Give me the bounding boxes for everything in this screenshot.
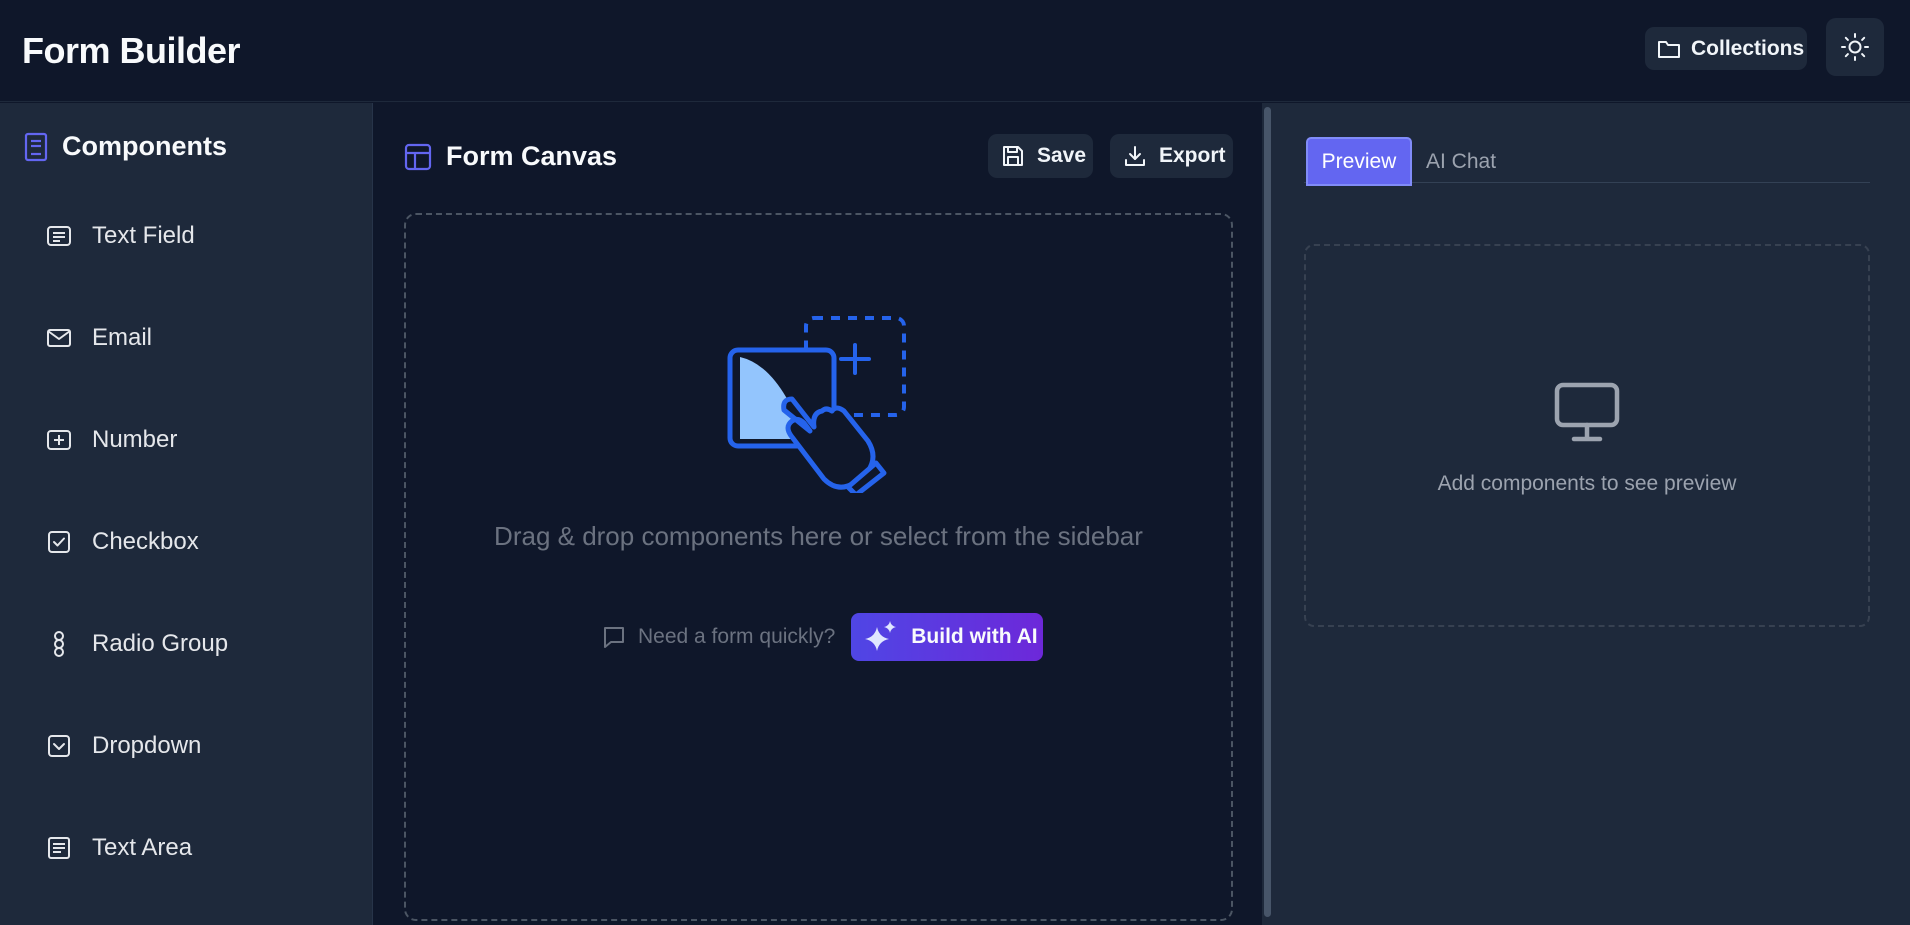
form-canvas-panel: Form Canvas Save Export Drag & drop comp… xyxy=(374,103,1262,925)
save-icon xyxy=(1003,146,1023,166)
save-label: Save xyxy=(1037,144,1087,167)
number-plus-icon xyxy=(47,430,71,450)
sun-icon xyxy=(1841,33,1869,61)
text-field-icon xyxy=(47,226,71,246)
component-dropdown[interactable]: Dropdown xyxy=(46,721,346,771)
sidebar-title: Components xyxy=(62,131,227,161)
layout-icon xyxy=(404,143,432,170)
preview-empty-text: Add components to see preview xyxy=(1437,472,1737,495)
radio-group-icon xyxy=(54,631,64,657)
app-title: Form Builder xyxy=(22,30,241,71)
book-icon xyxy=(24,132,48,161)
component-email[interactable]: Email xyxy=(46,313,346,363)
theme-toggle-button[interactable] xyxy=(1826,18,1884,76)
download-icon xyxy=(1125,146,1145,166)
drag-drop-illustration-icon xyxy=(727,316,906,493)
preview-tabs: Preview AI Chat xyxy=(1304,133,1870,186)
component-label: Text Area xyxy=(92,834,193,861)
save-button[interactable]: Save xyxy=(988,134,1093,178)
drop-zone[interactable]: Drag & drop components here or select fr… xyxy=(404,213,1233,921)
component-label: Dropdown xyxy=(92,732,202,759)
quick-build-text: Need a form quickly? xyxy=(638,625,836,648)
top-bar: Form Builder Collections xyxy=(0,0,1910,102)
monitor-icon xyxy=(1554,382,1620,442)
chat-bubble-icon xyxy=(604,627,624,648)
tab-ai-chat[interactable]: AI Chat xyxy=(1426,137,1496,186)
component-text-field[interactable]: Text Field xyxy=(46,211,346,261)
sidebar-header: Components xyxy=(24,131,227,162)
preview-panel: Preview AI Chat Add components to see pr… xyxy=(1272,103,1910,925)
components-sidebar: Components Text Field Email Number Check… xyxy=(0,103,373,925)
component-label: Email xyxy=(92,324,153,351)
mail-icon xyxy=(47,329,71,347)
collections-label: Collections xyxy=(1691,36,1805,60)
build-with-ai-button[interactable]: Build with AI xyxy=(851,613,1044,661)
component-number[interactable]: Number xyxy=(46,415,346,465)
build-with-ai-label: Build with AI xyxy=(911,625,1038,648)
component-label: Number xyxy=(92,426,178,453)
export-label: Export xyxy=(1159,144,1226,167)
export-button[interactable]: Export xyxy=(1110,134,1233,178)
component-label: Text Field xyxy=(92,222,195,249)
scrollbar-thumb[interactable] xyxy=(1264,107,1271,917)
quick-build-row: Need a form quickly? Build with AI xyxy=(602,613,1044,661)
folder-icon xyxy=(1658,40,1680,58)
canvas-header: Form Canvas xyxy=(404,141,617,172)
sparkles-icon xyxy=(865,621,897,651)
canvas-scrollbar[interactable] xyxy=(1262,103,1272,925)
component-label: Checkbox xyxy=(92,528,199,555)
tab-preview[interactable]: Preview xyxy=(1306,137,1412,186)
drop-instructions: Drag & drop components here or select fr… xyxy=(494,521,1143,551)
dropdown-icon xyxy=(48,735,70,757)
component-radio-group[interactable]: Radio Group xyxy=(46,619,346,669)
canvas-title: Form Canvas xyxy=(446,141,618,171)
text-area-icon xyxy=(48,837,70,859)
component-checkbox[interactable]: Checkbox xyxy=(46,517,346,567)
component-label: Radio Group xyxy=(92,630,229,657)
checkbox-icon xyxy=(48,531,70,553)
preview-empty-state: Add components to see preview xyxy=(1304,244,1870,627)
collections-button[interactable]: Collections xyxy=(1645,27,1807,70)
component-text-area[interactable]: Text Area xyxy=(46,823,346,873)
